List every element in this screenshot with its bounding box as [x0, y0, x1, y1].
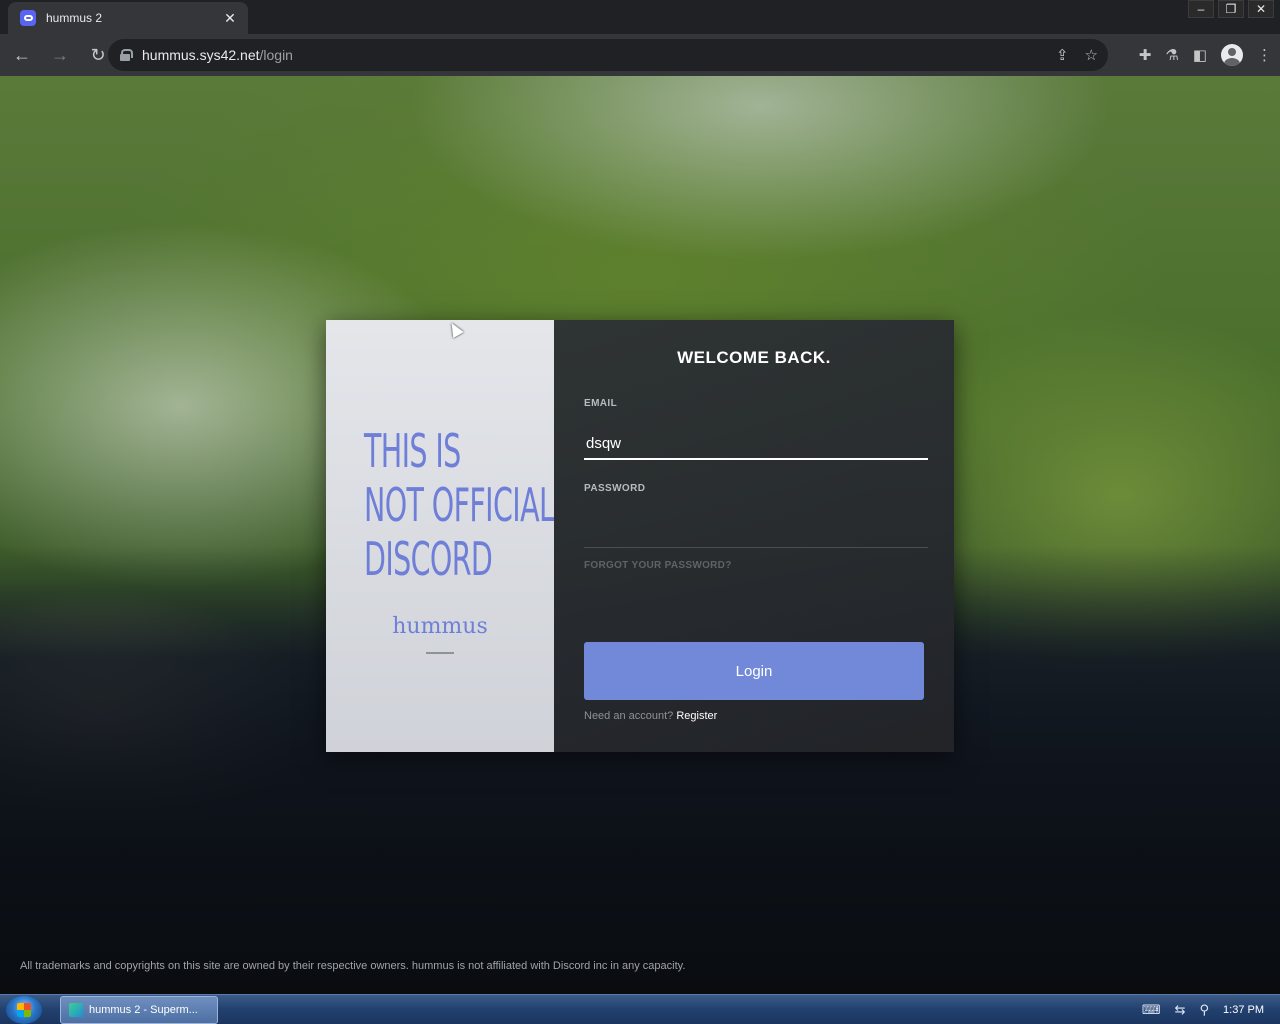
browser-toolbar: ← → ↻ hummus.sys42.net/login ⇪ ☆ ✚ ⚗ ◧ ⋮ [0, 34, 1280, 76]
login-heading: WELCOME BACK. [677, 348, 831, 367]
login-form: WELCOME BACK. EMAIL PASSWORD FORGOT YOUR… [554, 320, 954, 752]
windows-logo-icon [17, 1003, 31, 1017]
start-button[interactable] [6, 996, 42, 1024]
unofficial-notice: THIS IS NOT OFFICIAL DISCORD [364, 424, 555, 586]
os-taskbar: hummus 2 - Superm... ⌨ ⇆ ⚲ 1:37 PM [0, 994, 1280, 1024]
forward-button[interactable]: → [44, 39, 76, 71]
browser-tab-strip: hummus 2 ✕ – ❐ ✕ [0, 0, 1280, 34]
password-label: PASSWORD [584, 483, 646, 494]
footer-disclaimer: All trademarks and copyrights on this si… [20, 960, 686, 972]
clock[interactable]: 1:37 PM [1223, 1004, 1264, 1016]
email-field[interactable] [584, 428, 928, 460]
extensions-puzzle-icon[interactable]: ✚ [1139, 46, 1152, 64]
notice-line-1: THIS IS [364, 424, 461, 478]
notice-line-2: NOT OFFICIAL [364, 478, 555, 532]
forgot-password-link[interactable]: FORGOT YOUR PASSWORD? [584, 560, 732, 571]
share-icon[interactable]: ⇪ [1056, 46, 1069, 64]
login-button[interactable]: Login [584, 642, 924, 700]
browser-menu-icon[interactable]: ⋮ [1257, 46, 1272, 64]
keyboard-icon[interactable]: ⌨ [1142, 1002, 1161, 1018]
taskbar-window-label: hummus 2 - Superm... [89, 1004, 198, 1016]
taskbar-window-button[interactable]: hummus 2 - Superm... [60, 996, 218, 1024]
system-tray: ⌨ ⇆ ⚲ 1:37 PM [1142, 995, 1264, 1024]
discord-favicon-icon [20, 10, 36, 26]
browser-tab[interactable]: hummus 2 ✕ [8, 2, 248, 34]
address-bar-actions: ⇪ ☆ [1056, 39, 1098, 71]
notice-line-3: DISCORD [364, 532, 493, 586]
bookmark-star-icon[interactable]: ☆ [1085, 46, 1098, 64]
network-icon[interactable]: ⇆ [1175, 1002, 1186, 1018]
password-field[interactable] [584, 516, 928, 548]
forward-arrow-icon: → [51, 44, 69, 65]
profile-avatar-icon[interactable] [1221, 44, 1243, 66]
labs-flask-icon[interactable]: ⚗ [1165, 46, 1178, 64]
reload-icon: ↻ [90, 44, 106, 65]
restore-button[interactable]: ❐ [1218, 0, 1244, 18]
url-path: /login [259, 47, 293, 63]
register-prompt: Need an account? Register [584, 710, 717, 722]
page-background: THIS IS NOT OFFICIAL DISCORD hummus WELC… [0, 76, 1280, 994]
back-arrow-icon: ← [13, 44, 31, 65]
email-label: EMAIL [584, 398, 618, 409]
tab-title: hummus 2 [46, 11, 103, 25]
url-host: hummus.sys42.net [142, 47, 260, 63]
window-controls: – ❐ ✕ [1188, 0, 1274, 18]
toolbar-right-actions: ✚ ⚗ ◧ ⋮ [1139, 39, 1272, 71]
tab-close-icon[interactable]: ✕ [222, 10, 238, 27]
close-window-button[interactable]: ✕ [1248, 0, 1274, 18]
address-bar[interactable]: hummus.sys42.net/login ⇪ ☆ [108, 39, 1108, 71]
browser-app-icon [69, 1003, 83, 1017]
notice-panel: THIS IS NOT OFFICIAL DISCORD hummus [326, 320, 555, 752]
need-account-text: Need an account? [584, 710, 677, 722]
back-button[interactable]: ← [6, 39, 38, 71]
minimize-button[interactable]: – [1188, 0, 1214, 18]
login-card: THIS IS NOT OFFICIAL DISCORD hummus WELC… [326, 320, 954, 752]
register-link[interactable]: Register [676, 710, 717, 722]
brand-divider [426, 652, 454, 654]
brand-logo: hummus [392, 614, 488, 639]
search-icon[interactable]: ⚲ [1200, 1002, 1210, 1018]
lock-icon[interactable] [120, 49, 133, 61]
side-panel-icon[interactable]: ◧ [1193, 46, 1207, 64]
